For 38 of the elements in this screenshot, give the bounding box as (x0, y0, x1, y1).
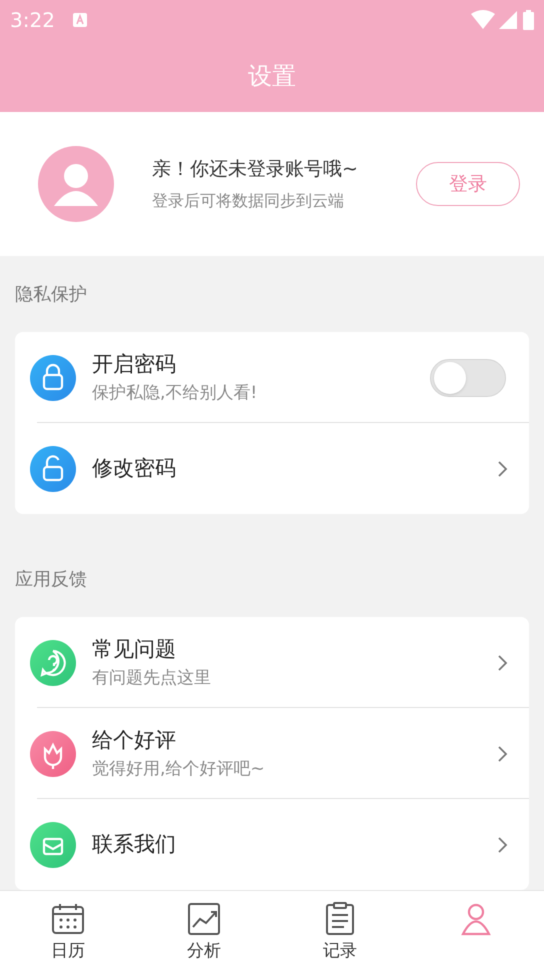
chart-icon (186, 901, 222, 937)
row-title: 修改密码 (92, 454, 177, 482)
nav-tab[interactable]: 日历 (0, 891, 136, 967)
chevron-icon (498, 460, 508, 476)
nav-tab[interactable]: 分析 (136, 891, 272, 967)
row-title: 常见问题 (92, 636, 177, 663)
chevron-icon (498, 836, 508, 852)
login-prompt: 亲！你还未登录账号哦~ (152, 156, 359, 182)
row-subtitle: 有问题先点这里 (92, 666, 212, 690)
mail-icon (30, 822, 76, 868)
row-title: 开启密码 (92, 351, 177, 378)
login-hint: 登录后可将数据同步到云端 (152, 190, 345, 212)
settings-row[interactable]: 修改密码 (15, 423, 529, 514)
flower-icon (30, 730, 76, 776)
notification-icon (72, 13, 87, 27)
chevron-icon (498, 746, 508, 762)
signal-icon (499, 11, 517, 29)
page-title: 设置 (248, 61, 296, 92)
settings-row[interactable]: 联系我们 (15, 799, 529, 890)
settings-row[interactable]: 开启密码 保护私隐,不给别人看! (15, 332, 529, 423)
section-title: 应用反馈 (15, 568, 87, 592)
avatar-icon (38, 146, 114, 222)
row-title: 给个好评 (92, 727, 177, 754)
settings-row[interactable]: 常见问题 有问题先点这里 (15, 617, 529, 708)
password-toggle[interactable] (430, 358, 506, 396)
calendar-icon (50, 901, 86, 937)
row-subtitle: 保护私隐,不给别人看! (92, 382, 258, 404)
lock-icon (30, 354, 76, 400)
settings-row[interactable]: 给个好评 觉得好用,给个好评吧~ (15, 708, 529, 799)
chevron-icon (498, 654, 508, 670)
wifi-icon (471, 10, 495, 30)
row-subtitle: 觉得好用,给个好评吧~ (92, 758, 266, 780)
row-title: 联系我们 (92, 830, 177, 858)
section-title: 隐私保护 (15, 282, 87, 306)
unlock-icon (30, 446, 76, 492)
nav-tab[interactable]: 记录 (272, 891, 408, 967)
status-time: 3:22 (10, 7, 55, 34)
battery-icon (523, 10, 534, 30)
